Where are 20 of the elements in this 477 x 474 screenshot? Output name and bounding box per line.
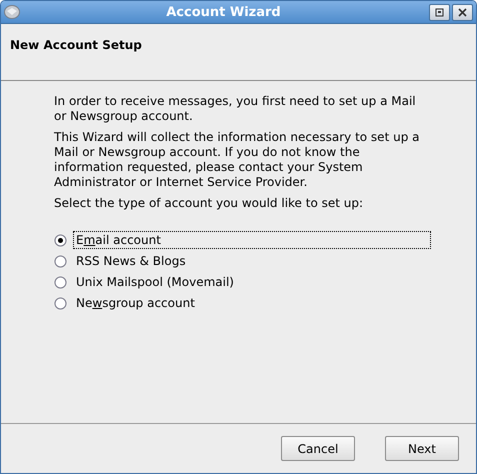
- app-icon: [4, 5, 20, 19]
- cancel-button[interactable]: Cancel: [281, 436, 355, 461]
- window-title: Account Wizard: [165, 4, 282, 20]
- page-title: New Account Setup: [10, 38, 142, 52]
- radio-button[interactable]: [54, 276, 67, 288]
- instruction-text: Select the type of account you would like to set up:: [54, 196, 364, 211]
- radio-button[interactable]: [54, 296, 67, 310]
- next-button[interactable]: Next: [385, 436, 459, 461]
- maximize-icon: [435, 8, 444, 16]
- close-button[interactable]: [452, 4, 473, 20]
- instruction-text: In order to receive messages, you first need to set up a Mail or Newsgroup account.: [54, 94, 417, 124]
- radio-label[interactable]: Newsgroup account: [73, 294, 198, 312]
- radio-label[interactable]: Email account: [73, 231, 431, 249]
- close-icon: [458, 8, 467, 16]
- radio-label[interactable]: RSS News & Blogs: [73, 252, 189, 270]
- radio-button[interactable]: [54, 254, 67, 268]
- radio-button[interactable]: [54, 234, 67, 246]
- radio-label[interactable]: Unix Mailspool (Movemail): [73, 273, 237, 291]
- instruction-text: This Wizard will collect the information necessary to set up a Mail or Newsgroup account. If you do not know the information requested, please contact your System Administrator or Internet Service Provider.: [54, 130, 420, 190]
- maximize-button[interactable]: [429, 4, 450, 20]
